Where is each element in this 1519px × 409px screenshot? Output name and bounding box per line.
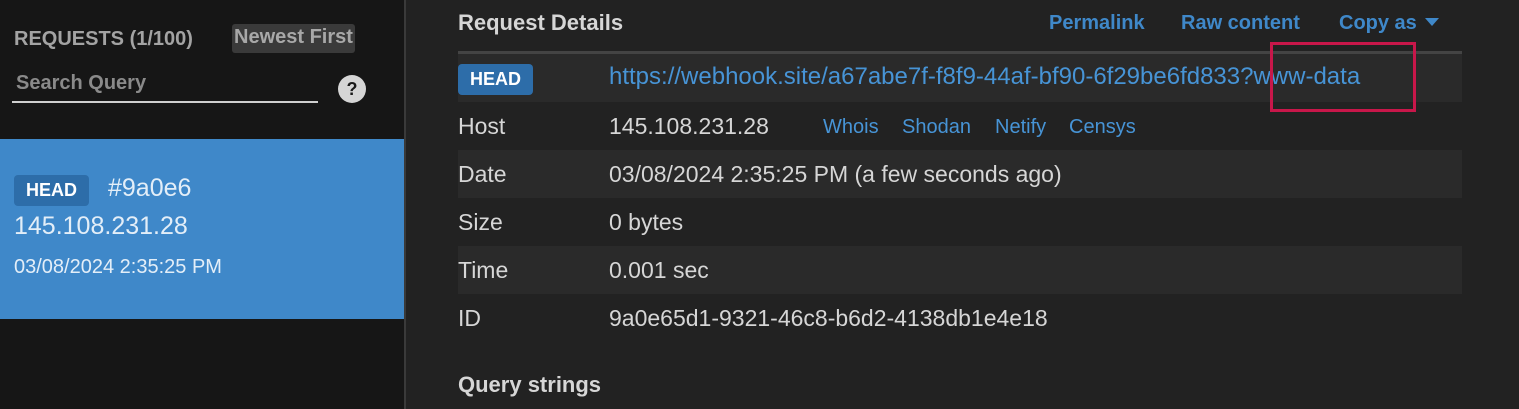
request-date: 03/08/2024 2:35:25 PM bbox=[14, 256, 222, 278]
date-label: Date bbox=[458, 161, 507, 187]
size-row: Size 0 bytes bbox=[458, 198, 1462, 246]
copy-as-label: Copy as bbox=[1339, 12, 1417, 34]
sidebar: REQUESTS (1/100) Newest First ? HEAD #9a… bbox=[0, 0, 406, 409]
search-field bbox=[12, 70, 320, 103]
sort-order-button[interactable]: Newest First bbox=[232, 24, 355, 53]
censys-link[interactable]: Censys bbox=[1069, 116, 1136, 139]
permalink-link[interactable]: Permalink bbox=[1049, 12, 1145, 35]
date-value: 03/08/2024 2:35:25 PM (a few seconds ago… bbox=[609, 161, 1062, 187]
help-icon[interactable]: ? bbox=[338, 75, 366, 103]
time-label: Time bbox=[458, 257, 509, 283]
query-strings-heading: Query strings bbox=[458, 372, 602, 397]
request-url-link[interactable]: https://webhook.site/a67abe7f-f8f9-44af-… bbox=[609, 63, 1360, 91]
whois-link[interactable]: Whois bbox=[823, 116, 879, 139]
method-badge: HEAD bbox=[14, 175, 90, 206]
copy-as-dropdown[interactable]: Copy as bbox=[1339, 12, 1439, 35]
page-title: Request Details bbox=[458, 10, 624, 35]
id-row: ID 9a0e65d1-9321-46c8-b6d2-4138db1e4e18 bbox=[458, 294, 1462, 342]
netify-link[interactable]: Netify bbox=[995, 116, 1046, 139]
request-list-item[interactable]: HEAD #9a0e6 145.108.231.28 03/08/2024 2:… bbox=[0, 139, 404, 319]
size-label: Size bbox=[458, 209, 503, 235]
request-ip: 145.108.231.28 bbox=[14, 212, 188, 240]
requests-count-header: REQUESTS (1/100) bbox=[14, 28, 193, 50]
raw-content-link[interactable]: Raw content bbox=[1181, 12, 1300, 35]
time-row: Time 0.001 sec bbox=[458, 246, 1462, 294]
size-value: 0 bytes bbox=[609, 209, 684, 235]
host-label: Host bbox=[458, 113, 506, 139]
request-short-id: #9a0e6 bbox=[108, 174, 192, 202]
time-value: 0.001 sec bbox=[609, 257, 709, 283]
shodan-link[interactable]: Shodan bbox=[902, 116, 971, 139]
annotation-highlight-box bbox=[1270, 42, 1416, 112]
id-value: 9a0e65d1-9321-46c8-b6d2-4138db1e4e18 bbox=[609, 305, 1048, 331]
date-row: Date 03/08/2024 2:35:25 PM (a few second… bbox=[458, 150, 1462, 198]
host-value: 145.108.231.28 bbox=[609, 113, 769, 139]
method-badge: HEAD bbox=[458, 64, 534, 95]
id-label: ID bbox=[458, 305, 481, 331]
chevron-down-icon bbox=[1424, 18, 1439, 26]
search-input[interactable] bbox=[12, 70, 320, 101]
